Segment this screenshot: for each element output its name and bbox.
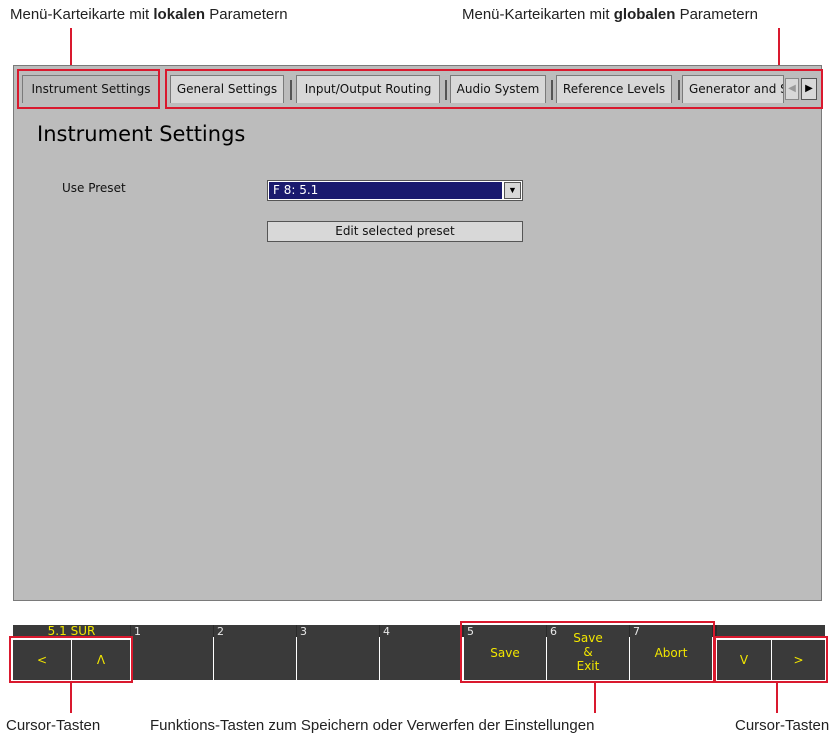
key-number: 4 bbox=[383, 625, 390, 638]
pointer-line-cursor-left bbox=[70, 683, 72, 713]
caption-text: Menü-Karteikarte mit bbox=[10, 6, 154, 23]
caption-text: Parametern bbox=[205, 6, 288, 23]
edit-selected-preset-button[interactable]: Edit selected preset bbox=[267, 221, 523, 242]
function-key-2[interactable]: 2 bbox=[214, 625, 296, 680]
key-number: 3 bbox=[300, 625, 307, 638]
function-keys-caption: Funktions-Tasten zum Speichern oder Verw… bbox=[150, 717, 595, 734]
page-title: Instrument Settings bbox=[37, 122, 246, 146]
caption-text: Parametern bbox=[675, 6, 758, 23]
caption-bold: globalen bbox=[613, 6, 676, 23]
cursor-right-caption: Cursor-Tasten bbox=[735, 717, 830, 734]
global-tabs-caption: Menü-Karteikarten mit globalen Parameter… bbox=[462, 6, 758, 23]
function-key-1[interactable]: 1 bbox=[131, 625, 213, 680]
caption-text: Menü-Karteikarten mit bbox=[462, 6, 614, 23]
function-keys-highlight bbox=[460, 621, 715, 683]
local-tab-caption: Menü-Karteikarte mit lokalen Parametern bbox=[10, 6, 288, 23]
caption-bold: lokalen bbox=[153, 6, 206, 23]
cursor-left-caption: Cursor-Tasten bbox=[6, 717, 101, 734]
chevron-down-icon[interactable]: ▼ bbox=[504, 182, 521, 199]
pointer-line-global bbox=[778, 28, 780, 70]
function-key-3[interactable]: 3 bbox=[297, 625, 379, 680]
pointer-line-cursor-right bbox=[776, 683, 778, 713]
cursor-right-keys-highlight bbox=[714, 636, 828, 683]
cursor-left-keys-highlight bbox=[9, 636, 133, 683]
key-number: 2 bbox=[217, 625, 224, 638]
pointer-line-function-keys bbox=[594, 683, 596, 713]
function-key-4[interactable]: 4 bbox=[380, 625, 462, 680]
key-number: 1 bbox=[134, 625, 141, 638]
preset-value-text: F 8: 5.1 bbox=[273, 183, 319, 197]
global-tabs-highlight bbox=[165, 69, 823, 109]
local-tab-highlight bbox=[17, 69, 160, 109]
preset-dropdown[interactable]: F 8: 5.1 ▼ bbox=[267, 180, 523, 201]
use-preset-label: Use Preset bbox=[62, 181, 126, 195]
preset-dropdown-value: F 8: 5.1 bbox=[269, 182, 502, 199]
pointer-line-local bbox=[70, 28, 72, 70]
